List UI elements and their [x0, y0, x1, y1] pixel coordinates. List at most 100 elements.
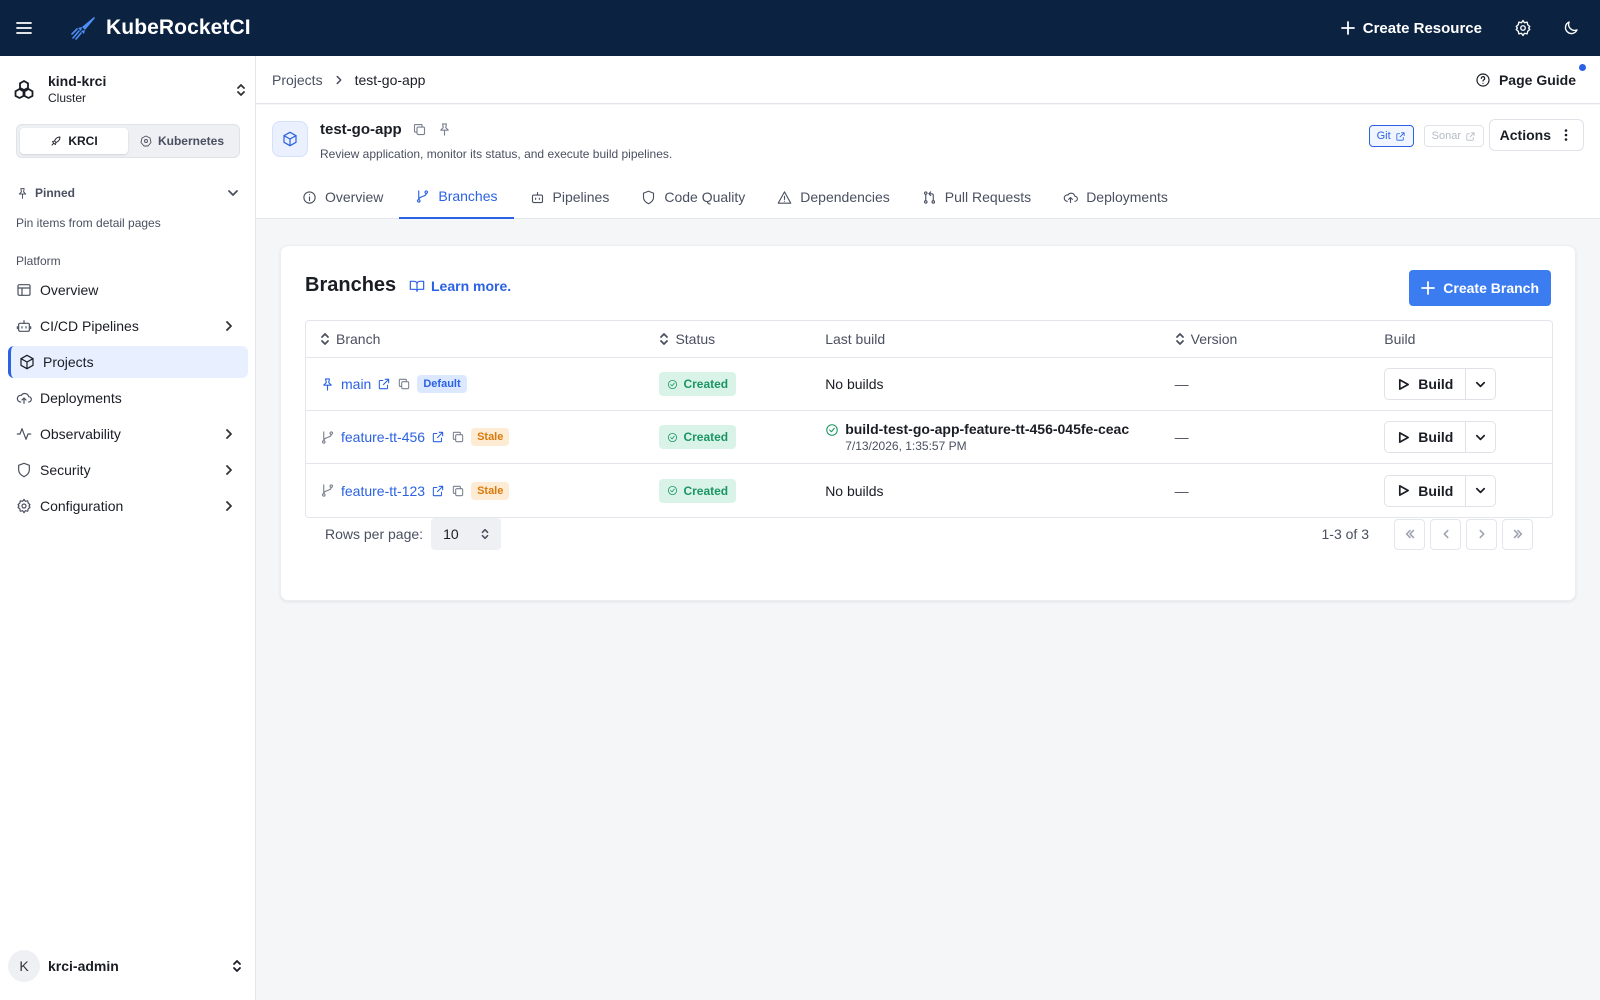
learn-more-label: Learn more. — [431, 278, 512, 294]
activity-icon — [16, 426, 32, 442]
column-label: Version — [1190, 331, 1238, 347]
first-page-icon[interactable] — [1394, 518, 1425, 550]
status-badge: Created — [659, 478, 737, 503]
build-button[interactable]: Build — [1385, 369, 1467, 399]
tab-pipelines[interactable]: Pipelines — [514, 175, 626, 219]
git-link-button[interactable]: Git — [1368, 125, 1414, 147]
column-header-branch[interactable]: Branch — [306, 331, 655, 347]
external-link-icon[interactable] — [431, 484, 445, 498]
tab-label: Deployments — [1086, 189, 1168, 205]
build-split-button: Build — [1384, 368, 1497, 400]
sidebar-item-configuration[interactable]: Configuration — [8, 490, 248, 522]
check-circle-icon — [825, 423, 839, 437]
sidebar-item-observability[interactable]: Observability — [8, 418, 248, 450]
sidebar-item-overview[interactable]: Overview — [8, 274, 248, 306]
user-name: krci-admin — [48, 958, 119, 974]
chevron-up-down-icon — [479, 527, 491, 541]
copy-icon[interactable] — [397, 377, 411, 391]
tab-deployments[interactable]: Deployments — [1047, 175, 1184, 219]
status-badge: Created — [659, 425, 737, 449]
sidebar-item-security[interactable]: Security — [8, 454, 248, 486]
sidebar-item-label: Overview — [40, 282, 99, 298]
external-link-icon[interactable] — [377, 377, 391, 391]
branch-name-link[interactable]: feature-tt-123 — [341, 483, 425, 499]
column-label: Status — [675, 331, 716, 347]
last-build: No builds — [825, 376, 884, 392]
kubernetes-icon — [140, 135, 152, 147]
top-bar: KubeRocketCI Create Resource — [0, 0, 1600, 56]
build-split-button: Build — [1384, 474, 1497, 507]
cluster-icon — [12, 78, 36, 102]
mode-krci-button[interactable]: KRCI — [20, 128, 128, 154]
avatar: K — [8, 950, 40, 982]
sonar-link-button[interactable]: Sonar — [1423, 125, 1484, 147]
column-header-status[interactable]: Status — [655, 331, 825, 347]
mode-kubernetes-button[interactable]: Kubernetes — [128, 128, 236, 154]
page-guide-button[interactable]: Page Guide — [1475, 63, 1586, 88]
build-button[interactable]: Build — [1385, 422, 1467, 452]
sidebar-item-projects[interactable]: Projects — [8, 346, 248, 378]
settings-gear-icon[interactable] — [1502, 7, 1544, 49]
info-icon — [302, 190, 317, 205]
actions-button[interactable]: Actions — [1488, 119, 1584, 151]
stale-badge: Stale — [471, 481, 510, 500]
chevron-down-icon[interactable] — [1466, 422, 1495, 452]
branch-name-link[interactable]: feature-tt-456 — [341, 429, 425, 445]
external-link-icon — [1465, 131, 1476, 142]
stale-badge: Stale — [471, 428, 510, 446]
sidebar-item-label: Projects — [43, 354, 94, 370]
rows-per-page-label: Rows per page: — [325, 526, 424, 542]
tab-overview[interactable]: Overview — [286, 175, 399, 219]
sidebar-item-label: Security — [40, 462, 91, 478]
branches-card: Branches Learn more. Create Branch Branc… — [280, 245, 1576, 601]
next-page-icon[interactable] — [1466, 518, 1497, 550]
sidebar-item-cicd-pipelines[interactable]: CI/CD Pipelines — [8, 310, 248, 342]
copy-icon[interactable] — [412, 122, 427, 137]
table-header: Branch Status Last build Version Build — [306, 321, 1552, 358]
chevron-down-icon[interactable] — [1466, 476, 1495, 506]
copy-icon[interactable] — [451, 484, 465, 498]
rows-per-page-select[interactable]: 10 — [431, 518, 502, 550]
last-build-name[interactable]: build-test-go-app-feature-tt-456-045fe-c… — [845, 421, 1129, 437]
tab-branches[interactable]: Branches — [399, 175, 514, 219]
create-branch-label: Create Branch — [1443, 280, 1539, 296]
tab-label: Code Quality — [664, 189, 746, 205]
build-button[interactable]: Build — [1385, 475, 1467, 506]
chevron-right-icon — [222, 427, 236, 441]
column-header-version[interactable]: Version — [1175, 331, 1385, 347]
play-icon — [1397, 431, 1410, 444]
pin-icon[interactable] — [437, 122, 452, 137]
create-branch-button[interactable]: Create Branch — [1409, 270, 1551, 306]
last-page-icon[interactable] — [1502, 518, 1533, 550]
pinned-section-toggle[interactable]: Pinned — [16, 182, 240, 204]
brand[interactable]: KubeRocketCI — [70, 14, 251, 42]
user-menu[interactable]: K krci-admin — [8, 950, 248, 982]
chevron-right-icon — [222, 463, 236, 477]
status-badge: Created — [659, 372, 737, 396]
sidebar-nav: Overview CI/CD Pipelines Projects Deploy… — [8, 274, 248, 526]
tab-code-quality[interactable]: Code Quality — [625, 175, 761, 219]
external-link-icon[interactable] — [431, 430, 445, 444]
build-split-button: Build — [1384, 421, 1497, 453]
cloud-upload-icon — [1063, 190, 1079, 205]
tab-pull-requests[interactable]: Pull Requests — [906, 175, 1047, 219]
chevron-down-icon[interactable] — [1466, 369, 1495, 399]
sidebar-item-deployments[interactable]: Deployments — [8, 382, 248, 414]
menu-icon[interactable] — [0, 0, 48, 56]
create-resource-button[interactable]: Create Resource — [1327, 8, 1496, 48]
prev-page-icon[interactable] — [1430, 518, 1461, 550]
create-resource-label: Create Resource — [1362, 19, 1482, 37]
cube-icon — [272, 121, 308, 157]
cluster-name: kind-krci — [48, 73, 107, 89]
copy-icon[interactable] — [451, 430, 465, 444]
sidebar-item-label: Deployments — [40, 390, 122, 406]
breadcrumb-projects-link[interactable]: Projects — [272, 72, 323, 88]
learn-more-link[interactable]: Learn more. — [409, 278, 511, 294]
branch-name-link[interactable]: main — [341, 376, 371, 392]
chevron-right-icon — [333, 74, 345, 86]
theme-moon-icon[interactable] — [1550, 7, 1592, 49]
cluster-switcher[interactable]: kind-krci Cluster — [12, 70, 248, 110]
chevron-down-icon — [226, 186, 240, 200]
help-circle-icon — [1475, 72, 1491, 88]
tab-dependencies[interactable]: Dependencies — [761, 175, 906, 219]
